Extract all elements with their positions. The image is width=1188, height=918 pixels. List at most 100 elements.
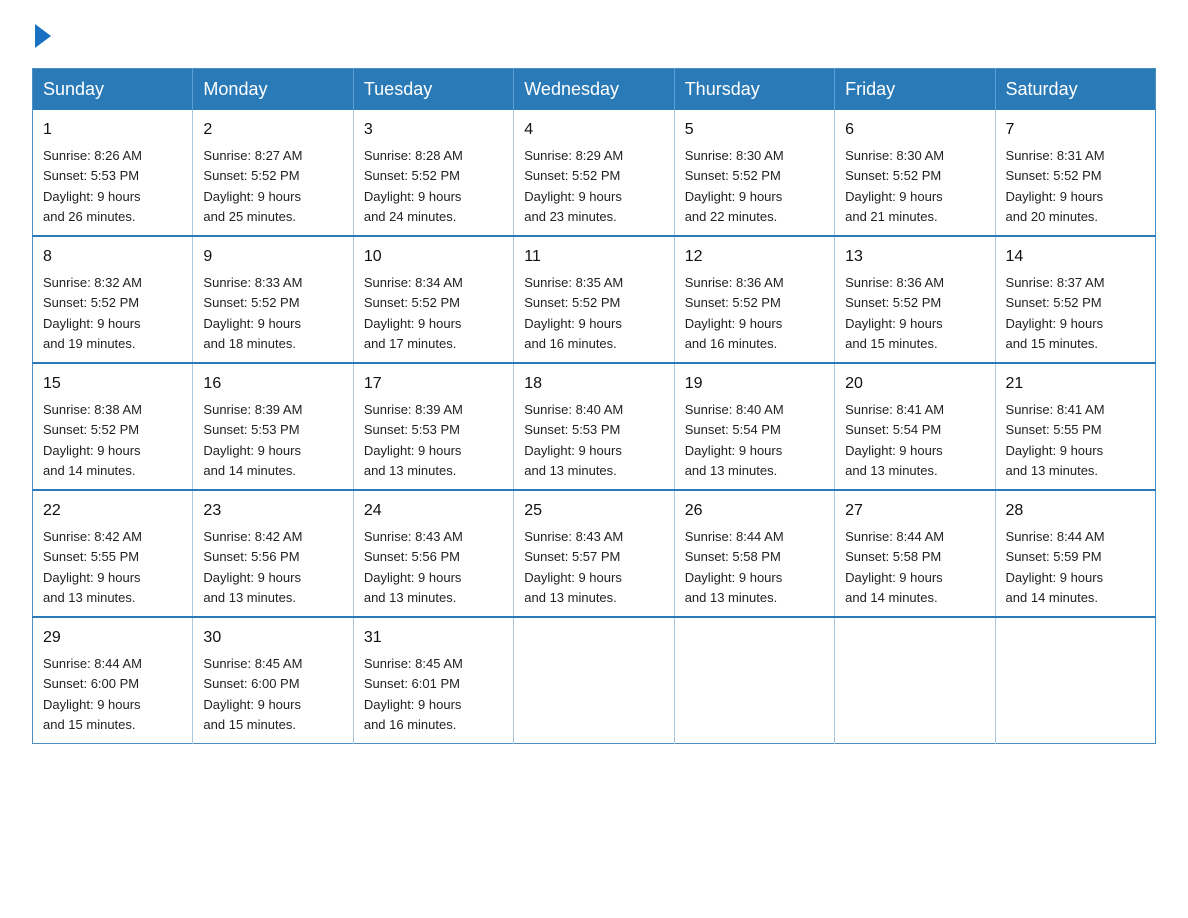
day-info: Sunrise: 8:36 AMSunset: 5:52 PMDaylight:… bbox=[845, 275, 944, 351]
calendar-cell: 23Sunrise: 8:42 AMSunset: 5:56 PMDayligh… bbox=[193, 490, 353, 617]
day-info: Sunrise: 8:37 AMSunset: 5:52 PMDaylight:… bbox=[1006, 275, 1105, 351]
day-number: 16 bbox=[203, 372, 342, 396]
day-info: Sunrise: 8:44 AMSunset: 5:58 PMDaylight:… bbox=[685, 529, 784, 605]
day-number: 15 bbox=[43, 372, 182, 396]
day-number: 8 bbox=[43, 245, 182, 269]
calendar-cell: 18 Sunrise: 8:40 AMSunset: 5:53 PMDayligh… bbox=[514, 363, 674, 490]
calendar-header: SundayMondayTuesdayWednesdayThursdayFrid… bbox=[33, 69, 1156, 111]
day-number: 2 bbox=[203, 118, 342, 142]
day-info: Sunrise: 8:36 AMSunset: 5:52 PMDaylight:… bbox=[685, 275, 784, 351]
day-number: 6 bbox=[845, 118, 984, 142]
day-number: 28 bbox=[1006, 499, 1145, 523]
weekday-header-sunday: Sunday bbox=[33, 69, 193, 111]
day-info: Sunrise: 8:44 AMSunset: 6:00 PMDaylight:… bbox=[43, 656, 142, 732]
day-number: 24 bbox=[364, 499, 503, 523]
weekday-header-saturday: Saturday bbox=[995, 69, 1155, 111]
day-info: Sunrise: 8:29 AMSunset: 5:52 PMDaylight:… bbox=[524, 148, 623, 224]
day-number: 22 bbox=[43, 499, 182, 523]
day-number: 4 bbox=[524, 118, 663, 142]
calendar-cell: 27 Sunrise: 8:44 AMSunset: 5:58 PMDayligh… bbox=[835, 490, 995, 617]
day-info: Sunrise: 8:45 AMSunset: 6:01 PMDaylight:… bbox=[364, 656, 463, 732]
calendar-table: SundayMondayTuesdayWednesdayThursdayFrid… bbox=[32, 68, 1156, 744]
calendar-cell: 12 Sunrise: 8:36 AMSunset: 5:52 PMDayligh… bbox=[674, 236, 834, 363]
day-info: Sunrise: 8:35 AMSunset: 5:52 PMDaylight:… bbox=[524, 275, 623, 351]
day-info: Sunrise: 8:41 AMSunset: 5:54 PMDaylight:… bbox=[845, 402, 944, 478]
day-info: Sunrise: 8:28 AMSunset: 5:52 PMDaylight:… bbox=[364, 148, 463, 224]
day-info: Sunrise: 8:44 AMSunset: 5:58 PMDaylight:… bbox=[845, 529, 944, 605]
calendar-cell bbox=[995, 617, 1155, 744]
day-info: Sunrise: 8:39 AMSunset: 5:53 PMDaylight:… bbox=[364, 402, 463, 478]
calendar-week-row: 22 Sunrise: 8:42 AMSunset: 5:55 PMDayligh… bbox=[33, 490, 1156, 617]
weekday-header-row: SundayMondayTuesdayWednesdayThursdayFrid… bbox=[33, 69, 1156, 111]
day-info: Sunrise: 8:45 AMSunset: 6:00 PMDaylight:… bbox=[203, 656, 302, 732]
day-number: 23 bbox=[203, 499, 342, 523]
weekday-header-friday: Friday bbox=[835, 69, 995, 111]
day-info: Sunrise: 8:32 AMSunset: 5:52 PMDaylight:… bbox=[43, 275, 142, 351]
weekday-header-monday: Monday bbox=[193, 69, 353, 111]
calendar-cell: 24 Sunrise: 8:43 AMSunset: 5:56 PMDayligh… bbox=[353, 490, 513, 617]
day-number: 1 bbox=[43, 118, 182, 142]
calendar-cell: 7Sunrise: 8:31 AMSunset: 5:52 PMDaylight… bbox=[995, 110, 1155, 236]
day-info: Sunrise: 8:42 AMSunset: 5:55 PMDaylight:… bbox=[43, 529, 142, 605]
calendar-cell: 30 Sunrise: 8:45 AMSunset: 6:00 PMDayligh… bbox=[193, 617, 353, 744]
day-number: 21 bbox=[1006, 372, 1145, 396]
calendar-cell: 29Sunrise: 8:44 AMSunset: 6:00 PMDayligh… bbox=[33, 617, 193, 744]
day-number: 17 bbox=[364, 372, 503, 396]
calendar-week-row: 15 Sunrise: 8:38 AMSunset: 5:52 PMDayligh… bbox=[33, 363, 1156, 490]
day-info: Sunrise: 8:31 AMSunset: 5:52 PMDaylight:… bbox=[1006, 148, 1105, 224]
calendar-cell: 26 Sunrise: 8:44 AMSunset: 5:58 PMDayligh… bbox=[674, 490, 834, 617]
calendar-cell: 10 Sunrise: 8:34 AMSunset: 5:52 PMDayligh… bbox=[353, 236, 513, 363]
day-number: 30 bbox=[203, 626, 342, 650]
day-info: Sunrise: 8:40 AMSunset: 5:54 PMDaylight:… bbox=[685, 402, 784, 478]
day-number: 5 bbox=[685, 118, 824, 142]
day-number: 18 bbox=[524, 372, 663, 396]
weekday-header-tuesday: Tuesday bbox=[353, 69, 513, 111]
day-number: 19 bbox=[685, 372, 824, 396]
day-info: Sunrise: 8:34 AMSunset: 5:52 PMDaylight:… bbox=[364, 275, 463, 351]
day-number: 20 bbox=[845, 372, 984, 396]
calendar-cell: 25 Sunrise: 8:43 AMSunset: 5:57 PMDayligh… bbox=[514, 490, 674, 617]
calendar-cell: 15 Sunrise: 8:38 AMSunset: 5:52 PMDayligh… bbox=[33, 363, 193, 490]
day-number: 12 bbox=[685, 245, 824, 269]
logo-blue-part bbox=[32, 24, 51, 52]
calendar-cell: 22 Sunrise: 8:42 AMSunset: 5:55 PMDayligh… bbox=[33, 490, 193, 617]
calendar-cell: 9Sunrise: 8:33 AMSunset: 5:52 PMDaylight… bbox=[193, 236, 353, 363]
day-info: Sunrise: 8:39 AMSunset: 5:53 PMDaylight:… bbox=[203, 402, 302, 478]
logo-wrap bbox=[32, 24, 51, 52]
calendar-cell: 5 Sunrise: 8:30 AMSunset: 5:52 PMDaylight… bbox=[674, 110, 834, 236]
logo-area bbox=[32, 24, 51, 50]
day-info: Sunrise: 8:30 AMSunset: 5:52 PMDaylight:… bbox=[685, 148, 784, 224]
calendar-cell bbox=[835, 617, 995, 744]
calendar-cell: 19 Sunrise: 8:40 AMSunset: 5:54 PMDayligh… bbox=[674, 363, 834, 490]
weekday-header-thursday: Thursday bbox=[674, 69, 834, 111]
calendar-cell: 4 Sunrise: 8:29 AMSunset: 5:52 PMDaylight… bbox=[514, 110, 674, 236]
calendar-cell: 2Sunrise: 8:27 AMSunset: 5:52 PMDaylight… bbox=[193, 110, 353, 236]
calendar-cell bbox=[674, 617, 834, 744]
calendar-body: 1 Sunrise: 8:26 AMSunset: 5:53 PMDaylight… bbox=[33, 110, 1156, 744]
day-info: Sunrise: 8:38 AMSunset: 5:52 PMDaylight:… bbox=[43, 402, 142, 478]
day-number: 27 bbox=[845, 499, 984, 523]
logo-triangle-icon bbox=[35, 24, 51, 48]
day-number: 11 bbox=[524, 245, 663, 269]
day-info: Sunrise: 8:40 AMSunset: 5:53 PMDaylight:… bbox=[524, 402, 623, 478]
calendar-cell bbox=[514, 617, 674, 744]
day-number: 31 bbox=[364, 626, 503, 650]
weekday-header-wednesday: Wednesday bbox=[514, 69, 674, 111]
day-info: Sunrise: 8:43 AMSunset: 5:56 PMDaylight:… bbox=[364, 529, 463, 605]
calendar-cell: 31 Sunrise: 8:45 AMSunset: 6:01 PMDayligh… bbox=[353, 617, 513, 744]
day-number: 13 bbox=[845, 245, 984, 269]
day-info: Sunrise: 8:43 AMSunset: 5:57 PMDaylight:… bbox=[524, 529, 623, 605]
calendar-cell: 8 Sunrise: 8:32 AMSunset: 5:52 PMDaylight… bbox=[33, 236, 193, 363]
calendar-cell: 1 Sunrise: 8:26 AMSunset: 5:53 PMDaylight… bbox=[33, 110, 193, 236]
calendar-cell: 17 Sunrise: 8:39 AMSunset: 5:53 PMDayligh… bbox=[353, 363, 513, 490]
day-number: 26 bbox=[685, 499, 824, 523]
day-info: Sunrise: 8:41 AMSunset: 5:55 PMDaylight:… bbox=[1006, 402, 1105, 478]
day-info: Sunrise: 8:30 AMSunset: 5:52 PMDaylight:… bbox=[845, 148, 944, 224]
calendar-cell: 21 Sunrise: 8:41 AMSunset: 5:55 PMDayligh… bbox=[995, 363, 1155, 490]
calendar-cell: 20 Sunrise: 8:41 AMSunset: 5:54 PMDayligh… bbox=[835, 363, 995, 490]
header bbox=[32, 24, 1156, 50]
day-number: 25 bbox=[524, 499, 663, 523]
day-number: 10 bbox=[364, 245, 503, 269]
day-info: Sunrise: 8:26 AMSunset: 5:53 PMDaylight:… bbox=[43, 148, 142, 224]
calendar-cell: 13 Sunrise: 8:36 AMSunset: 5:52 PMDayligh… bbox=[835, 236, 995, 363]
